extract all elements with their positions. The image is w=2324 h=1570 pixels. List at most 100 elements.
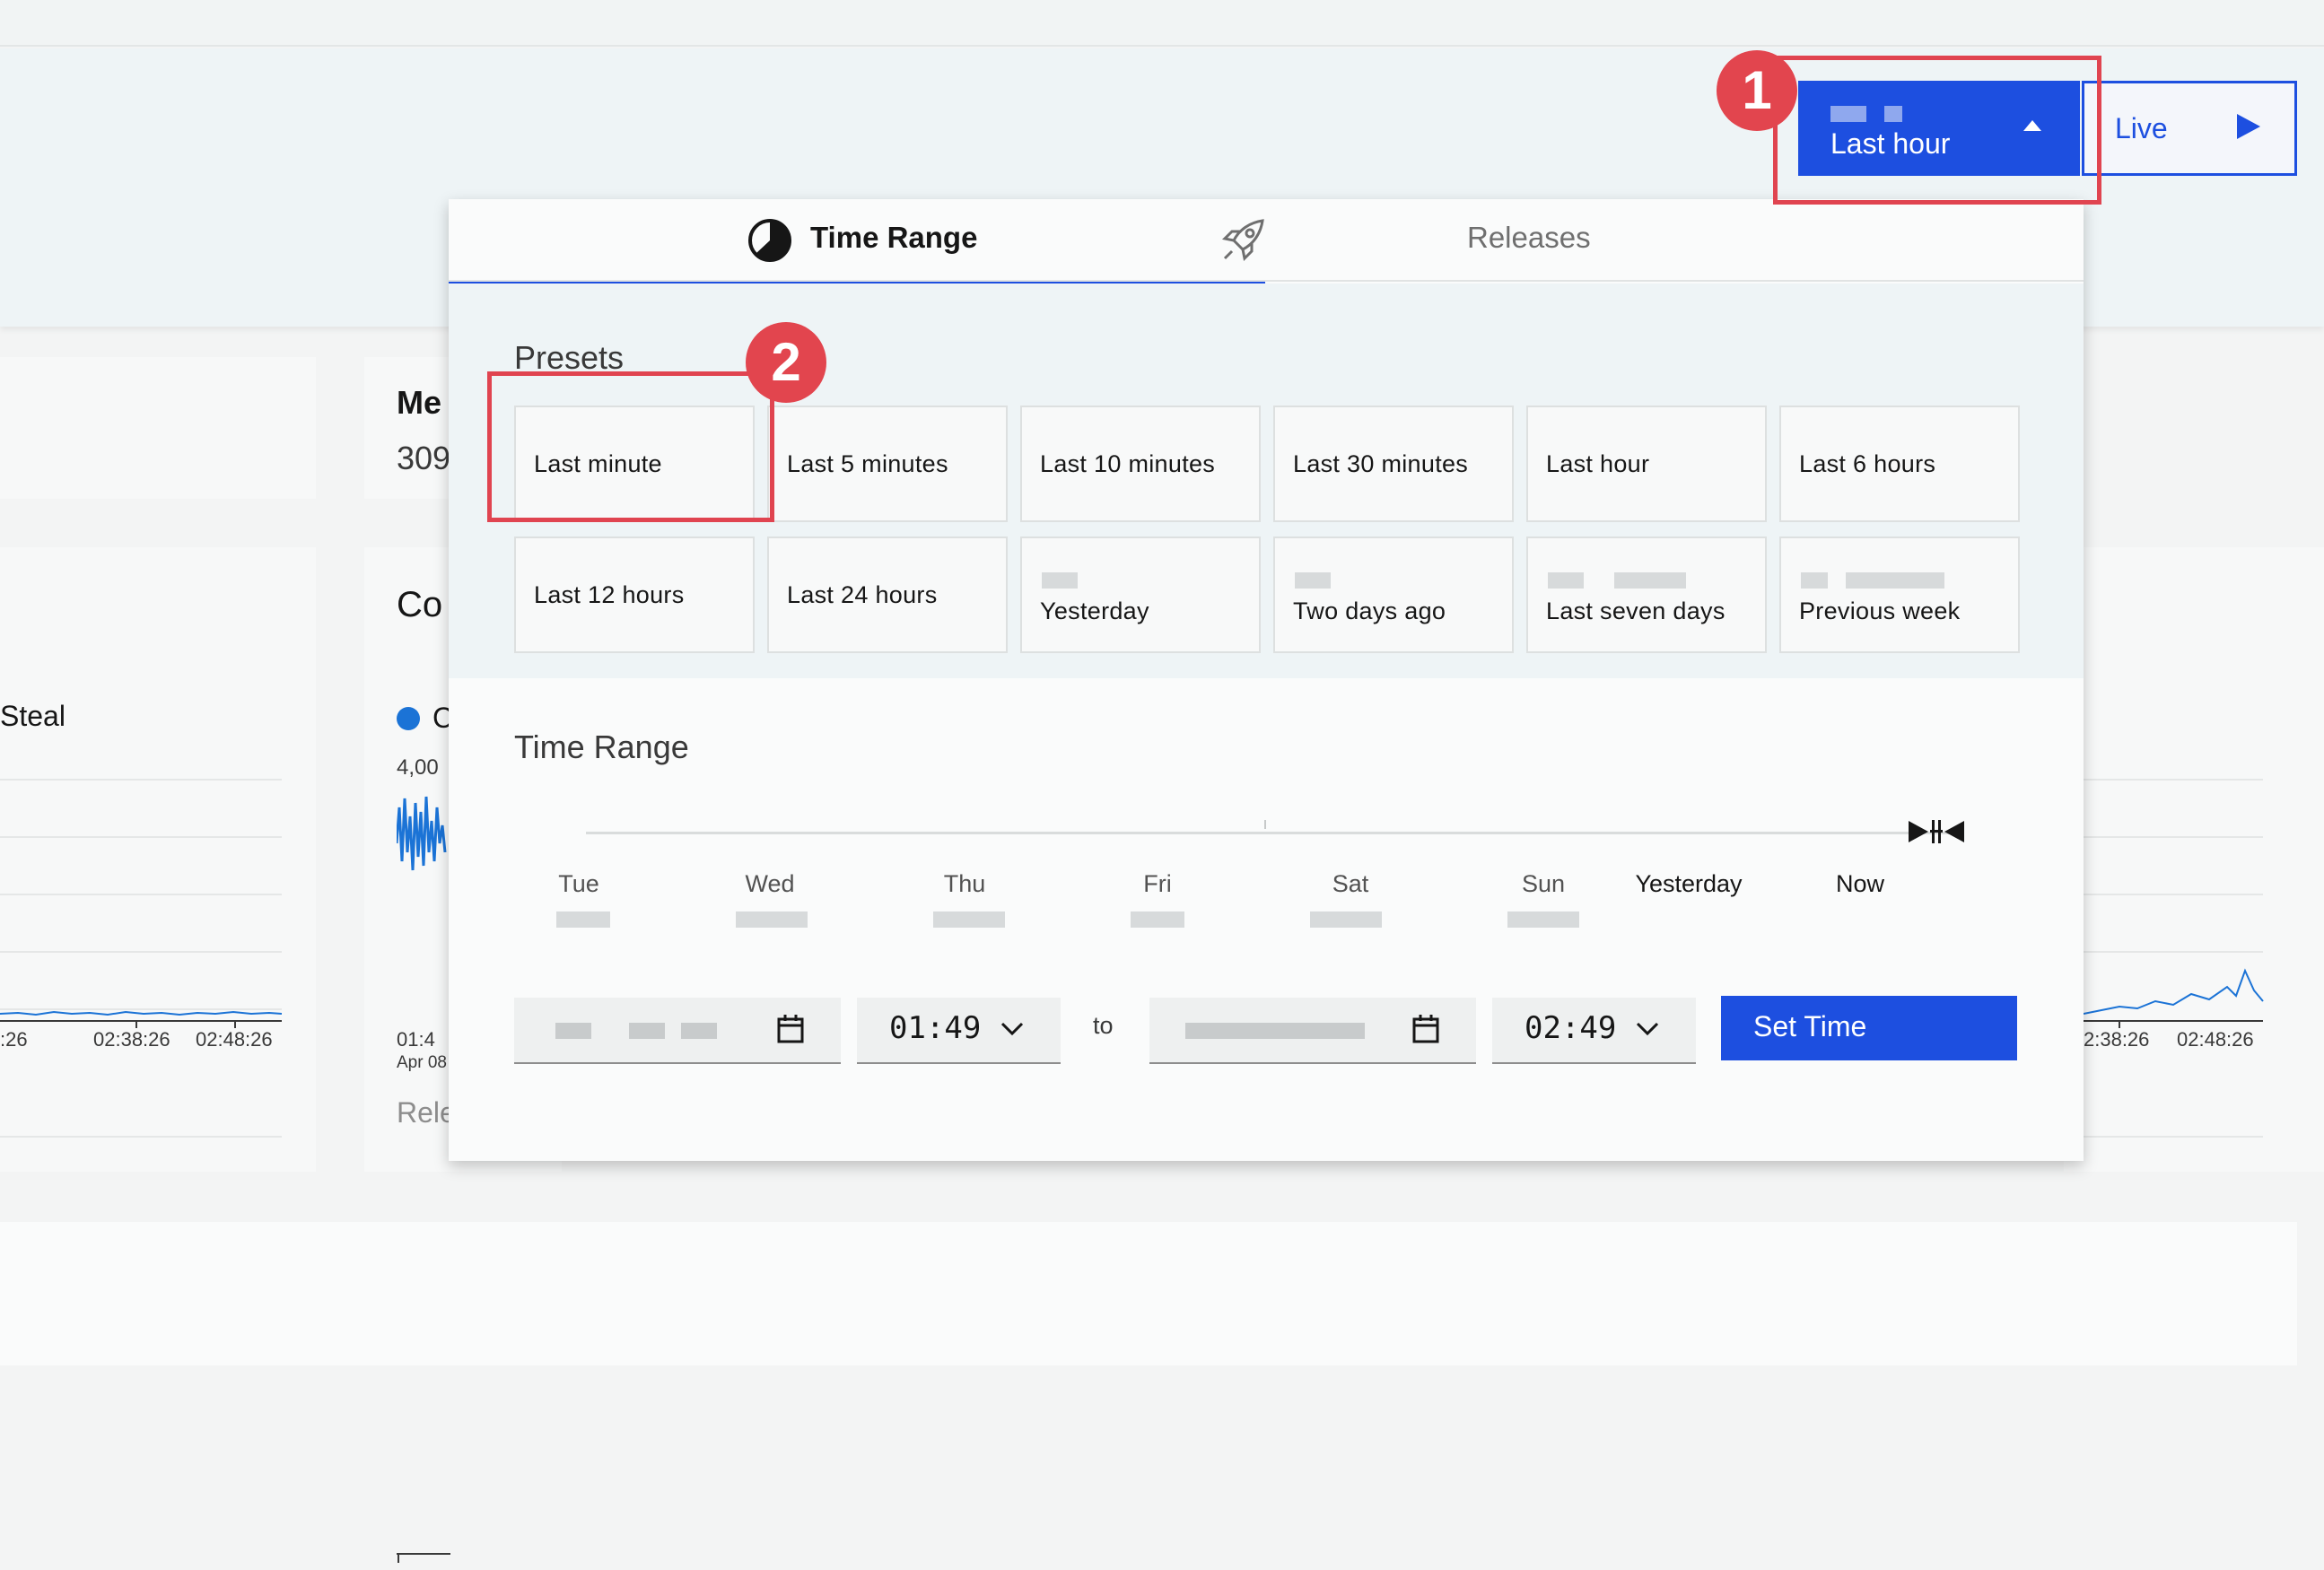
preset-last-30-minutes[interactable]: Last 30 minutes [1273,406,1514,522]
redacted-text [1801,572,1828,589]
time-picker-popover: Time Range Releases Presets Last minute … [449,199,2084,1161]
preset-label: Two days ago [1293,597,1446,624]
preset-previous-week[interactable]: Previous week [1779,536,2020,653]
preset-label: Last 6 hours [1799,450,1936,477]
metric-card-left [0,357,316,499]
preset-last-seven-days[interactable]: Last seven days [1526,536,1767,653]
gridline [2064,1136,2263,1138]
timeline-marker [1264,820,1266,829]
to-label: to [1093,1012,1114,1039]
start-time-select[interactable]: 01:49 [857,998,1061,1064]
end-time-value: 02:49 [1525,1010,1617,1046]
timeline-day-sat: Sat [1332,870,1369,897]
clock-icon [748,219,791,262]
tab-time-range[interactable]: Time Range [449,199,1265,287]
redacted-text [555,1023,591,1039]
preset-label: Last hour [1546,450,1650,477]
preset-label: Last 5 minutes [787,450,948,477]
redacted-text [556,911,610,928]
end-date-input[interactable] [1149,998,1476,1064]
chart-legend-steal: Steal [0,700,66,732]
end-time-select[interactable]: 02:49 [1492,998,1696,1064]
preset-label: Yesterday [1040,597,1149,624]
x-tick: 02:48:26 [2177,1028,2254,1051]
gridline [0,894,282,895]
metric-card-title: Me [397,384,442,421]
preset-last-12-hours[interactable]: Last 12 hours [514,536,755,653]
redacted-text [736,911,808,928]
chart-line-right [2084,968,2264,1028]
x-tick: :26 [0,1028,28,1051]
annotation-highlight-2 [487,371,774,522]
tab-releases-label: Releases [1467,221,1591,254]
chart-title: Co [397,585,443,624]
x-tick-time: 01:4 [397,1028,435,1051]
timeline-day-wed: Wed [745,870,795,897]
preset-last-6-hours[interactable]: Last 6 hours [1779,406,2020,522]
redacted-text [933,911,1005,928]
annotation-badge-2: 2 [746,322,826,403]
x-tick: 02:48:26 [196,1028,273,1051]
play-icon [2237,114,2260,139]
chart-line-connections [397,796,447,871]
set-time-button-label: Set Time [1753,1010,1867,1042]
redacted-text [1131,911,1184,928]
timeline-track[interactable] [586,832,1957,834]
y-tick: 4,00 [397,755,439,780]
chart-footer-label: Rele [397,1096,456,1129]
preset-label: Last 24 hours [787,581,938,608]
timeline-day-yesterday: Yesterday [1635,870,1743,897]
redacted-text [1614,572,1686,589]
gridline [2064,836,2263,838]
legend-dot [397,707,420,730]
redacted-text [629,1023,665,1039]
redacted-text [1295,572,1331,589]
set-time-button[interactable]: Set Time [1721,996,2017,1060]
timeline-day-thu: Thu [943,870,986,897]
redacted-text [1185,1023,1365,1039]
tab-releases[interactable]: Releases [1221,199,2084,282]
gridline [0,779,282,781]
live-button-label: Live [2115,112,2168,144]
annotation-badge-1: 1 [1717,50,1797,131]
preset-label: Last 10 minutes [1040,450,1216,477]
timeline-day-tue: Tue [558,870,599,897]
chevron-down-icon [1000,1022,1024,1036]
preset-two-days-ago[interactable]: Two days ago [1273,536,1514,653]
preset-label: Last 30 minutes [1293,450,1469,477]
preset-last-hour[interactable]: Last hour [1526,406,1767,522]
timeline-day-fri: Fri [1143,870,1172,897]
preset-yesterday[interactable]: Yesterday [1020,536,1261,653]
gridline [0,836,282,838]
preset-last-5-minutes[interactable]: Last 5 minutes [767,406,1008,522]
rocket-icon [1221,219,1264,262]
timeline-range-handle-icon[interactable] [1907,818,1966,845]
chart-line-steal [0,1010,283,1028]
redacted-text [1507,911,1579,928]
x-tick: 2:38:26 [2084,1028,2150,1051]
redacted-text [1310,911,1382,928]
start-time-value: 01:49 [889,1010,982,1046]
live-button[interactable]: Live [2082,81,2297,176]
calendar-icon[interactable] [1411,1014,1440,1044]
start-date-input[interactable] [514,998,841,1064]
annotation-highlight-1 [1773,56,2101,205]
timeline-day-now: Now [1835,870,1884,897]
preset-last-10-minutes[interactable]: Last 10 minutes [1020,406,1261,522]
calendar-icon[interactable] [776,1014,805,1044]
preset-label: Previous week [1799,597,1961,624]
gridline [2064,894,2263,895]
redacted-text [1846,572,1944,589]
chevron-down-icon [1636,1022,1659,1036]
popover-tab-bar: Time Range Releases [449,199,2084,287]
tab-time-range-label: Time Range [810,221,978,254]
preset-last-24-hours[interactable]: Last 24 hours [767,536,1008,653]
redacted-text [1042,572,1078,589]
chart-card-cpu: Steal :26 02:38:26 02:48:26 [0,547,316,1172]
gridline [0,1136,282,1138]
redacted-text [1548,572,1584,589]
gridline [0,951,282,953]
metric-card-value: 309 [397,440,451,476]
x-tick: 02:38:26 [93,1028,170,1051]
top-bar [0,0,2324,47]
